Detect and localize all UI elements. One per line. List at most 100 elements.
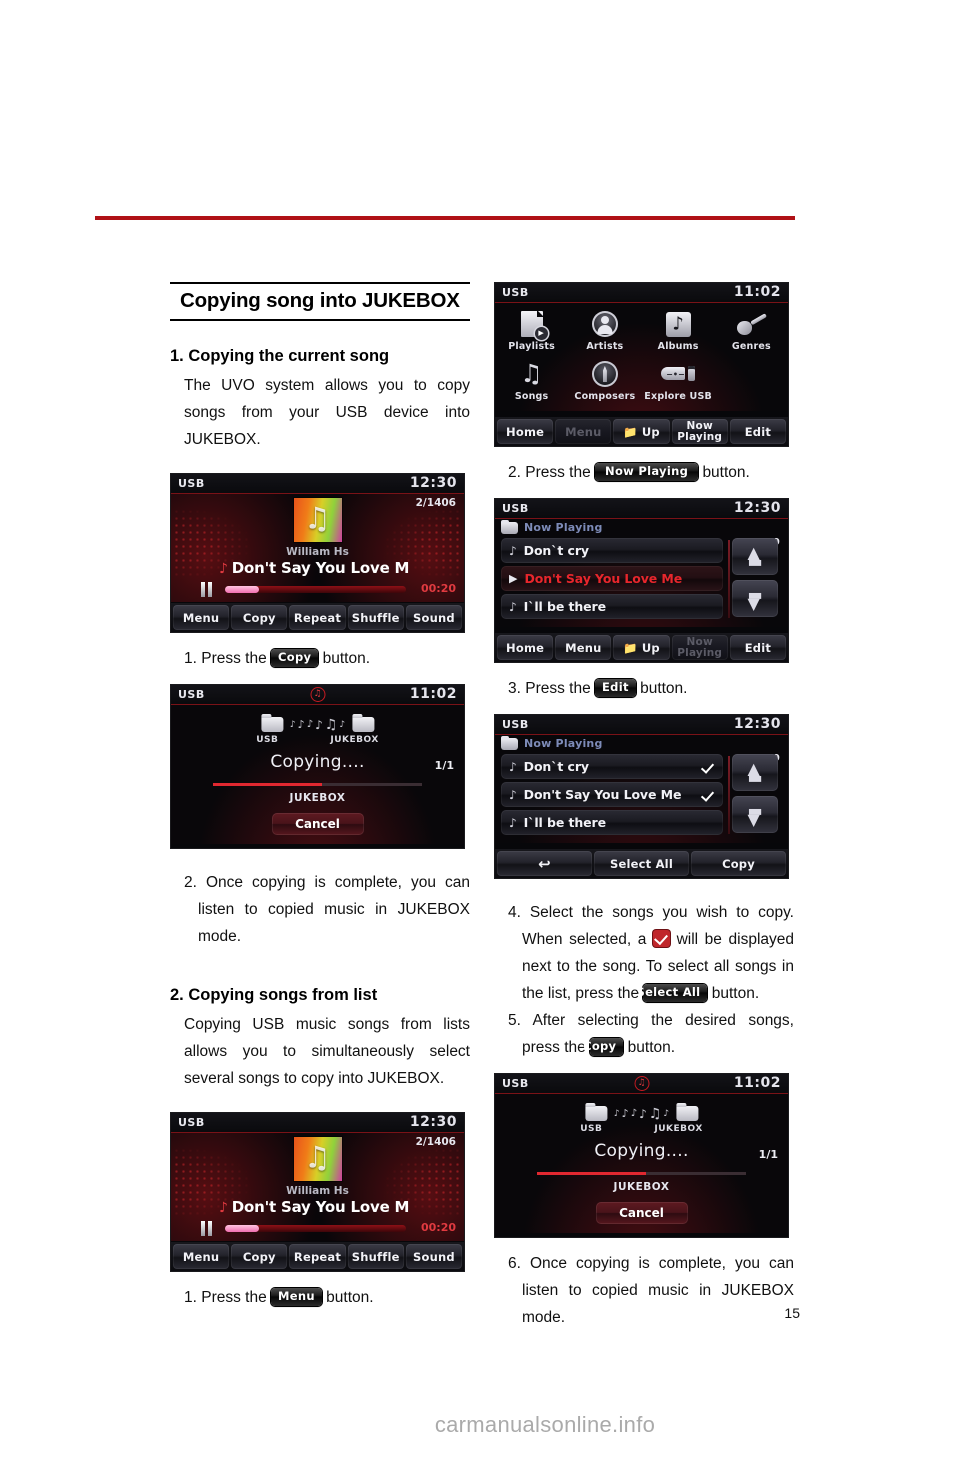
elapsed-time: 00:20 [420,1221,456,1234]
progress-fill [225,1225,260,1232]
menu-item-playlists[interactable]: Playlists [495,309,568,352]
table-row[interactable]: ▶ Don't Say You Love Me [501,566,723,591]
step-2-suffix: button. [702,464,750,481]
track-count: 2/1406 [415,497,456,509]
screen-button-back[interactable]: ↩ [497,851,592,876]
screen-button-edit[interactable]: Edit [729,419,787,444]
album-icon [665,309,691,339]
screen-button-select-all[interactable]: Select All [594,851,689,876]
transfer-from-label: USB [256,735,279,745]
screen-button-sound[interactable]: Sound [405,1244,463,1269]
menu-item-artists[interactable]: Artists [568,309,641,352]
table-row[interactable]: ♪ Don`t cry [501,754,723,779]
step-4-part3: button. [711,985,760,1002]
menu-item-songs[interactable]: ♫ Songs [495,359,568,403]
disc-icon: ♫ [310,687,325,702]
music-note-icon: ♪ [219,1200,228,1216]
table-row[interactable]: ♪ Don`t cry [501,538,723,563]
menu-item-explore-usb[interactable]: −•− Explore USB [642,359,715,402]
copying-progress-fill [537,1172,646,1175]
screen-button-home[interactable]: Home [497,419,554,444]
progress-bar[interactable] [225,586,406,593]
step-2-text: 2. Once copying is complete, you can lis… [184,874,470,945]
step-1-suffix: button. [322,650,371,667]
step-2-caption: 2. Press the Now Playing button. [494,459,794,486]
screen-button-copy[interactable]: Copy [231,605,288,630]
screen-button-menu[interactable]: Menu [555,419,612,444]
screen-button-menu[interactable]: Menu [173,1244,230,1269]
menu-button-bar: Home Menu 📁 Up Now Playing Edit [495,417,788,446]
cancel-button[interactable]: Cancel [595,1202,688,1224]
screenshot-now-playing-list: USB 12:30 Now Playing 1/469 ♪ Don`t cry … [494,498,789,663]
source-label: USB [502,286,529,299]
screen-button-home[interactable]: Home [497,635,554,660]
scroll-down-button[interactable]: ▬ ▼ [732,580,778,617]
music-note-icon: ♪ [509,543,517,558]
screen-button-shuffle[interactable]: Shuffle [347,1244,404,1269]
screen-button-copy[interactable]: Copy [691,851,786,876]
up-folder-icon: 📁 [623,640,638,655]
scroll-down-button[interactable]: ▬ ▼ [732,796,778,833]
screen-button-shuffle[interactable]: Shuffle [347,605,404,630]
track-title-row: ♪ Don't Say You Love M [219,1198,409,1216]
music-note-icon: ♪ [509,599,517,614]
usb-icon: −•− [661,359,696,389]
table-row[interactable]: ♪ I`ll be there [501,810,723,835]
play-icon: ▶ [509,572,518,585]
clock-label: 12:30 [733,500,781,516]
screen-button-copy[interactable]: Copy [231,1244,288,1269]
screen-button-sound[interactable]: Sound [405,605,463,630]
folder-icon [501,735,518,750]
list-body: Now Playing 1/469 ♪ Don`t cry ▶ Don't Sa… [495,519,788,627]
artist-name: William Hs [286,546,349,558]
list-item-title: Don`t cry [523,543,589,558]
screen-button-repeat[interactable]: Repeat [289,1244,346,1269]
table-row[interactable]: ♪ I`ll be there [501,594,723,619]
cancel-button[interactable]: Cancel [271,813,364,835]
screen-button-menu[interactable]: Menu [173,605,230,630]
pause-icon[interactable] [201,582,213,597]
scrollbar[interactable]: ▲ ▬ ▬ ▼ [728,754,782,838]
screen-button-repeat[interactable]: Repeat [289,605,346,630]
source-label: USB [502,1077,529,1090]
progress-fill [225,586,260,593]
subsection-1-body: The UVO system allows you to copy songs … [184,377,470,448]
screen-button-up[interactable]: 📁 Up [613,419,670,444]
list-folder-label: Now Playing [524,737,603,750]
guitar-icon [736,309,766,339]
scrollbar[interactable]: ▲ ▬ ▬ ▼ [728,538,782,622]
page-number: 15 [784,1305,800,1321]
clock-label: 11:02 [733,284,781,300]
checkmark-icon[interactable] [701,761,713,773]
checkmark-icon[interactable] [701,789,713,801]
step-3-caption: 3. Press the Edit button. [494,675,794,702]
table-row[interactable]: ♪ Don't Say You Love Me [501,782,723,807]
inline-key-copy-2: Copy [583,1038,624,1056]
pause-icon[interactable] [201,1221,213,1236]
progress-bar[interactable] [225,1225,406,1232]
screen-button-now-playing[interactable]: Now Playing [671,635,728,660]
subsection-2-heading: 2. Copying songs from list [170,986,378,1004]
screen-button-up[interactable]: 📁 Up [613,635,670,660]
list-button-bar: Home Menu 📁 Up Now Playing Edit [495,633,788,662]
step-6-text: 6. Once copying is complete, you can lis… [508,1255,794,1326]
screen-button-menu[interactable]: Menu [555,635,612,660]
checkbox-icon [652,930,670,947]
artist-name: William Hs [286,1185,349,1197]
scroll-up-button[interactable]: ▲ ▬ [732,538,778,575]
status-bar: USB 12:30 [171,474,464,494]
menu-item-genres[interactable]: Genres [715,309,788,352]
screenshot-usb-menu-grid: USB 11:02 Playlists Artists Albums [494,282,789,447]
list-rows: ♪ Don`t cry ♪ Don't Say You Love Me ♪ I`… [501,754,723,838]
screen-button-edit[interactable]: Edit [729,635,787,660]
screen-button-now-playing[interactable]: Now Playing [671,419,728,444]
copying-body: ♪ ♪ ♪ ♪ ♫ ♪ USB JUKEBOX Copying.... 1/1 JUKE… [495,1094,788,1233]
menu-item-albums[interactable]: Albums [642,309,715,352]
menu-item-composers[interactable]: Composers [568,359,641,402]
list-item-title: Don't Say You Love Me [523,787,682,802]
transfer-to-label: JUKEBOX [654,1124,703,1134]
double-chevron-down-icon: ▬ ▼ [747,800,763,829]
step-menu-prefix: 1. Press the [184,1289,267,1306]
list-item-title: Don't Say You Love Me [524,571,683,586]
scroll-up-button[interactable]: ▲ ▬ [732,754,778,791]
